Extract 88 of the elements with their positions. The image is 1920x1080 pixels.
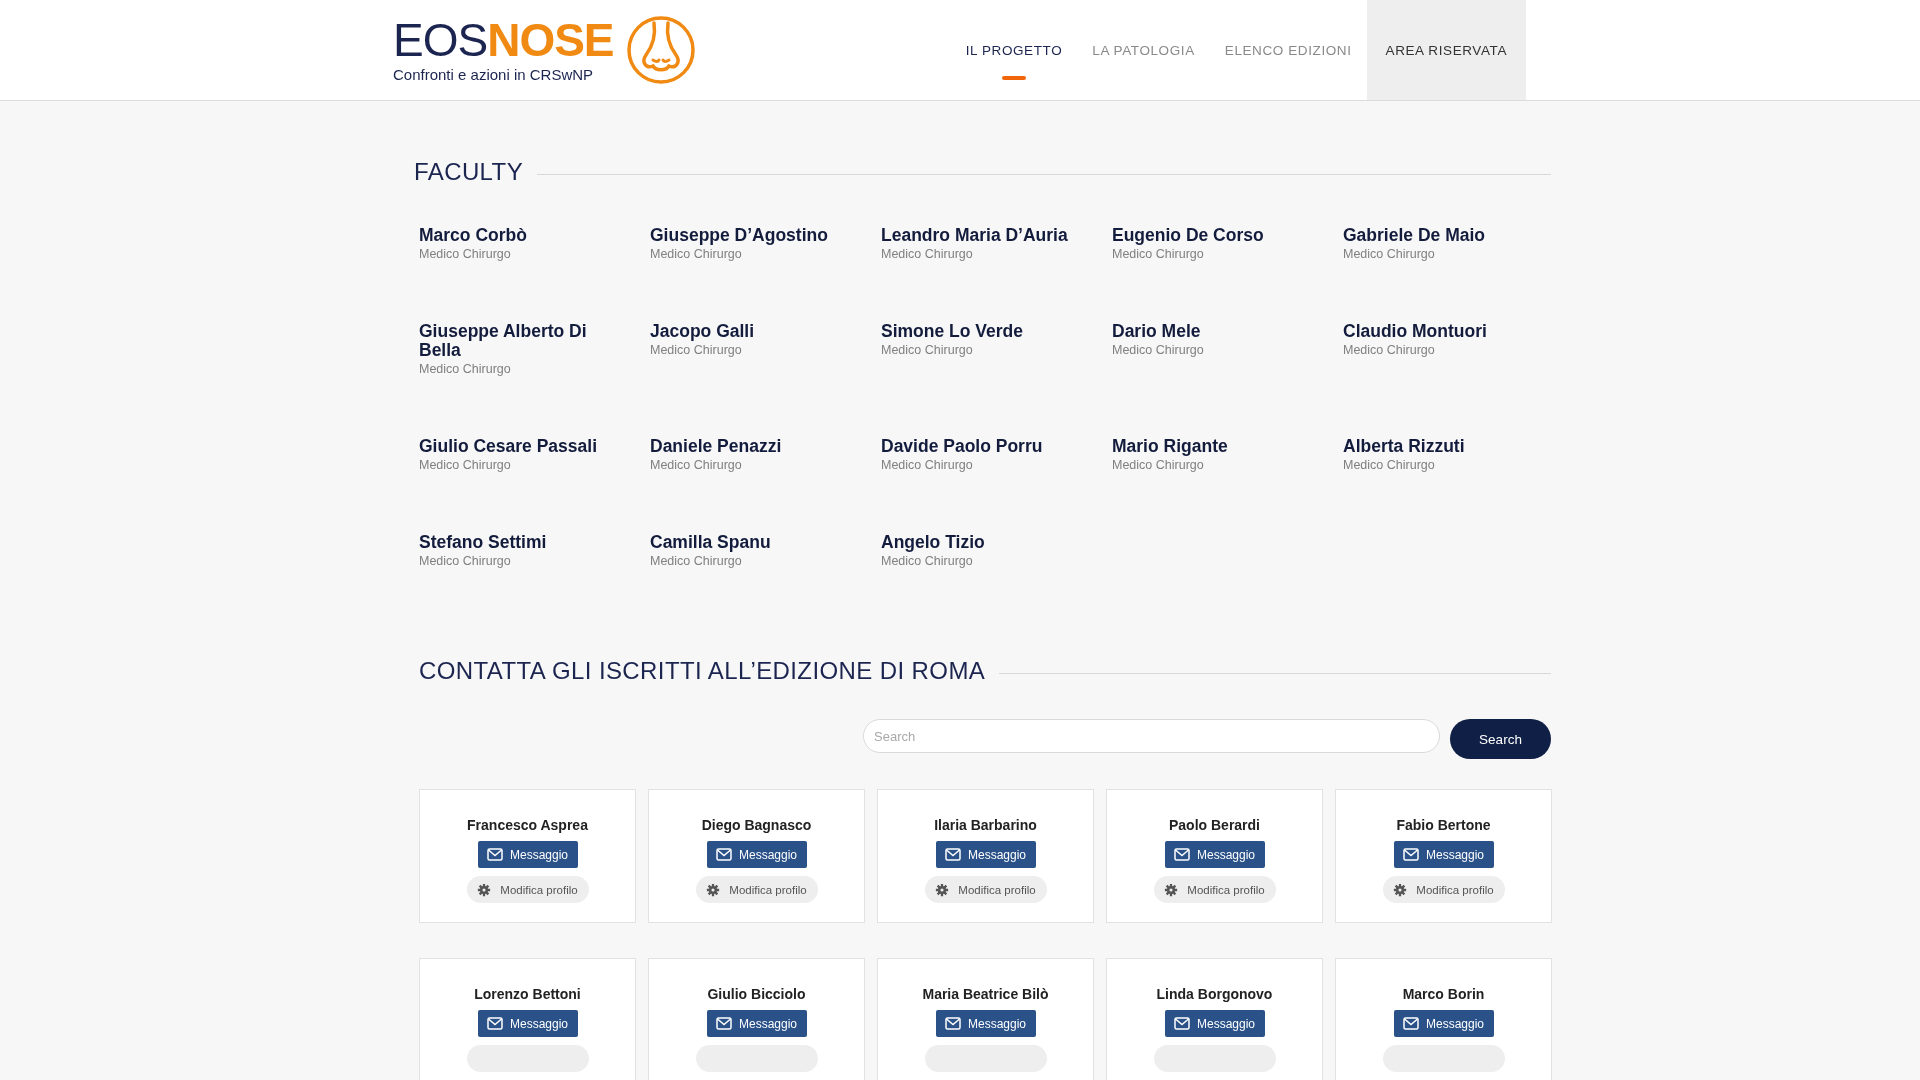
search-field[interactable]: Search: [863, 719, 1440, 753]
nav-link[interactable]: LA PATOLOGIA: [1077, 0, 1210, 100]
mail-icon: [1174, 847, 1190, 862]
message-button[interactable]: Messaggio: [1164, 841, 1265, 868]
settings-icon: [935, 882, 950, 897]
contact-name: Lorenzo Bettoni: [474, 986, 581, 1002]
message-button[interactable]: Messaggio: [706, 841, 807, 868]
section-title: CONTATTA GLI ISCRITTI ALL’EDIZIONE DI ROMA: [419, 657, 986, 685]
settings-icon: [1164, 882, 1179, 897]
faculty-name: Eugenio De Corso: [1112, 226, 1265, 245]
nav-link[interactable]: IL PROGETTO: [950, 0, 1078, 100]
mail-icon: [1174, 1016, 1190, 1031]
contact-name: Marco Borin: [1402, 986, 1485, 1002]
active-indicator: [1001, 76, 1026, 80]
faculty-role: Medico Chirurgo: [881, 343, 974, 357]
mail-icon: [945, 847, 961, 862]
faculty-role: Medico Chirurgo: [650, 247, 743, 261]
logo-text: EOS: [393, 13, 488, 66]
nose-logo-icon: [625, 15, 696, 85]
faculty-role: Medico Chirurgo: [1343, 343, 1436, 357]
message-button[interactable]: Messaggio: [1164, 1010, 1265, 1037]
contact-name: Francesco Asprea: [467, 817, 588, 833]
faculty-name: Jacopo Galli: [650, 322, 756, 341]
faculty-name: Camilla Spanu: [650, 533, 772, 552]
mail-icon: [1403, 1016, 1419, 1031]
faculty-role: Medico Chirurgo: [881, 458, 974, 472]
edit-profile-button[interactable]: Modifica profilo: [466, 876, 589, 903]
message-button[interactable]: Messaggio: [477, 841, 578, 868]
contact-name: Diego Bagnasco: [701, 817, 812, 833]
faculty-name: Marco Corbò: [419, 226, 528, 245]
message-button[interactable]: Messaggio: [1393, 841, 1494, 868]
faculty-name: Daniele Penazzi: [650, 437, 783, 456]
edit-profile-button[interactable]: Modifica profilo: [1153, 876, 1276, 903]
section-title: FACULTY: [414, 158, 524, 186]
faculty-name: Angelo Tizio: [881, 533, 986, 552]
contact-name: Giulio Bicciolo: [707, 986, 806, 1002]
contact-name: Paolo Berardi: [1169, 817, 1260, 833]
faculty-role: Medico Chirurgo: [650, 343, 743, 357]
settings-icon: [706, 882, 721, 897]
faculty-role: Medico Chirurgo: [650, 458, 743, 472]
faculty-name: Stefano Settimi: [419, 533, 548, 552]
message-button[interactable]: Messaggio: [477, 1010, 578, 1037]
faculty-role: Medico Chirurgo: [419, 247, 512, 261]
mail-icon: [487, 847, 503, 862]
message-button[interactable]: Messaggio: [935, 841, 1036, 868]
message-button[interactable]: Messaggio: [1393, 1010, 1494, 1037]
edit-profile-button[interactable]: Modifica profilo: [924, 876, 1047, 903]
contact-name: Fabio Bertone: [1396, 817, 1491, 833]
faculty-role: Medico Chirurgo: [419, 554, 512, 568]
faculty-role: Medico Chirurgo: [1112, 343, 1205, 357]
faculty-name: Gabriele De Maio: [1343, 226, 1486, 245]
faculty-role: Medico Chirurgo: [1343, 247, 1436, 261]
faculty-name: Simone Lo Verde: [881, 322, 1024, 341]
mail-icon: [487, 1016, 503, 1031]
logo-tagline: Confronti e azioni in CRSwNP: [393, 65, 595, 83]
search-button[interactable]: Search: [1450, 719, 1551, 759]
faculty-role: Medico Chirurgo: [419, 362, 512, 376]
faculty-name: Claudio Montuori: [1343, 322, 1488, 341]
settings-icon: [1393, 882, 1408, 897]
faculty-name: Davide Paolo Porru: [881, 437, 1044, 456]
faculty-role: Medico Chirurgo: [1112, 458, 1205, 472]
contact-name: Linda Borgonovo: [1156, 986, 1273, 1002]
mail-icon: [716, 1016, 732, 1031]
faculty-role: Medico Chirurgo: [1112, 247, 1205, 261]
message-button[interactable]: Messaggio: [935, 1010, 1036, 1037]
faculty-name: Dario Mele: [1112, 322, 1202, 341]
faculty-role: Medico Chirurgo: [881, 247, 974, 261]
faculty-name: Giuseppe Alberto Di Bella: [419, 322, 588, 360]
faculty-role: Medico Chirurgo: [1343, 458, 1436, 472]
contact-name: Maria Beatrice Bilò: [922, 986, 1049, 1002]
mail-icon: [716, 847, 732, 862]
faculty-role: Medico Chirurgo: [650, 554, 743, 568]
contact-name: Ilaria Barbarino: [934, 817, 1037, 833]
nav-link[interactable]: AREA RISERVATA: [1366, 0, 1526, 100]
mail-icon: [945, 1016, 961, 1031]
faculty-name: Mario Rigante: [1112, 437, 1229, 456]
faculty-role: Medico Chirurgo: [419, 458, 512, 472]
faculty-name: Leandro Maria D’Auria: [881, 226, 1069, 245]
faculty-name: Giuseppe D’Agostino: [650, 226, 829, 245]
faculty-name: Giulio Cesare Passali: [419, 437, 598, 456]
faculty-role: Medico Chirurgo: [881, 554, 974, 568]
edit-profile-button[interactable]: Modifica profilo: [695, 876, 818, 903]
logo-text: NOSE: [487, 13, 614, 66]
edit-profile-button[interactable]: Modifica profilo: [1382, 876, 1505, 903]
settings-icon: [477, 882, 492, 897]
message-button[interactable]: Messaggio: [706, 1010, 807, 1037]
mail-icon: [1403, 847, 1419, 862]
faculty-name: Alberta Rizzuti: [1343, 437, 1466, 456]
